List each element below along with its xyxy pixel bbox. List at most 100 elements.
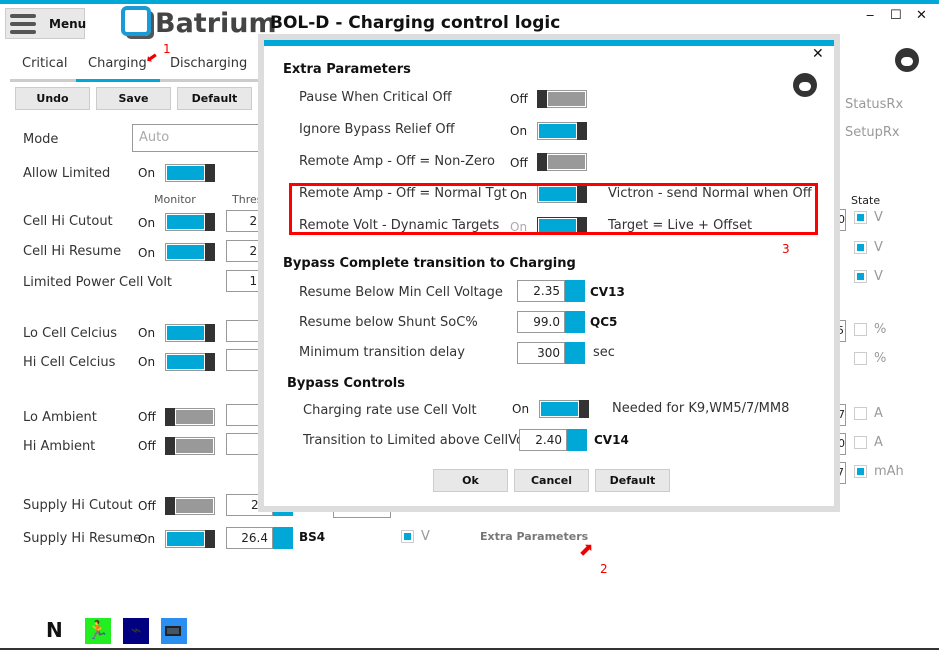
- annotation-3: 3: [782, 242, 790, 256]
- transition-limited-label: Transition to Limited above CellVolt: [303, 433, 533, 448]
- pause-when-critical-label: Pause When Critical Off: [299, 90, 452, 105]
- sec-unit: sec: [593, 345, 615, 360]
- unit-percent: %: [874, 351, 887, 366]
- pause-when-critical-state: Off: [510, 92, 528, 106]
- ignore-bypass-relief-state: On: [510, 124, 528, 138]
- remote-amp-non-zero-toggle[interactable]: [537, 153, 587, 171]
- status-rx-label: StatusRx: [845, 97, 904, 112]
- ignore-bypass-relief-label: Ignore Bypass Relief Off: [299, 122, 455, 137]
- lo-cell-celcius-toggle[interactable]: [165, 324, 215, 342]
- lo-ambient-checkbox[interactable]: [854, 407, 867, 420]
- supply-hi-cutout-label: Supply Hi Cutout: [23, 498, 133, 513]
- min-transition-delay-input[interactable]: 300: [517, 342, 565, 364]
- cell-hi-cutout-toggle[interactable]: [165, 213, 215, 231]
- dialog-default-button[interactable]: Default: [595, 469, 670, 492]
- mode-label: Mode: [23, 132, 59, 147]
- unit-v: V: [874, 240, 883, 255]
- charging-rate-cell-volt-toggle[interactable]: [539, 400, 589, 418]
- dialog-support-headset-icon[interactable]: [793, 73, 817, 97]
- hi-ambient-toggle[interactable]: [165, 437, 215, 455]
- remote-amp-non-zero-state: Off: [510, 156, 528, 170]
- qc5-code: QC5: [590, 315, 618, 329]
- menu-label: Menu: [49, 17, 87, 31]
- transition-limited-input[interactable]: 2.40: [519, 429, 567, 451]
- lo-cell-celcius-label: Lo Cell Celcius: [23, 326, 117, 341]
- setup-rx-label: SetupRx: [845, 125, 900, 140]
- hi-ambient-label: Hi Ambient: [23, 439, 96, 454]
- default-button[interactable]: Default: [177, 87, 252, 110]
- limited-power-cell-volt-label: Limited Power Cell Volt: [23, 275, 173, 290]
- resume-shunt-soc-spin[interactable]: [565, 311, 585, 333]
- supply-hi-resume-input[interactable]: 26.4: [226, 527, 273, 549]
- supply-hi-resume-spin[interactable]: [273, 527, 293, 549]
- monitor-column-header: Monitor: [154, 193, 196, 206]
- brand-logo: Batrium: [121, 6, 277, 39]
- unit-percent: %: [874, 322, 887, 337]
- mah-checkbox[interactable]: [854, 465, 867, 478]
- ok-button[interactable]: Ok: [433, 469, 508, 492]
- cell-hi-resume-label: Cell Hi Resume: [23, 244, 122, 259]
- bypass-controls-heading: Bypass Controls: [287, 376, 405, 391]
- supply-hi-resume-toggle[interactable]: [165, 530, 215, 548]
- tab-discharging[interactable]: Discharging: [170, 56, 247, 71]
- cell-hi-cutout-checkbox[interactable]: [854, 211, 867, 224]
- bypass-transition-heading: Bypass Complete transition to Charging: [283, 256, 576, 271]
- lo-cell-checkbox[interactable]: [854, 323, 867, 336]
- maximize-button[interactable]: ☐: [890, 8, 902, 23]
- charging-rate-cell-volt-state: On: [512, 402, 530, 416]
- min-transition-delay-spin[interactable]: [565, 342, 585, 364]
- save-button[interactable]: Save: [96, 87, 171, 110]
- menu-button[interactable]: Menu: [5, 8, 87, 39]
- unit-v: V: [874, 269, 883, 284]
- dialog-close-button[interactable]: ✕: [812, 46, 824, 62]
- cell-hi-resume-checkbox[interactable]: [854, 241, 867, 254]
- mode-select[interactable]: Auto: [132, 124, 272, 152]
- lo-ambient-label: Lo Ambient: [23, 410, 97, 425]
- supply-hi-resume-label: Supply Hi Resume: [23, 531, 142, 546]
- hamburger-icon: [10, 14, 36, 38]
- state-column-header: State: [851, 194, 881, 207]
- cell-hi-resume-state: On: [138, 246, 156, 260]
- hi-cell-checkbox[interactable]: [854, 352, 867, 365]
- battery-icon[interactable]: [161, 618, 187, 644]
- extra-parameters-heading: Extra Parameters: [283, 62, 411, 77]
- pause-when-critical-toggle[interactable]: [537, 90, 587, 108]
- cancel-button[interactable]: Cancel: [514, 469, 589, 492]
- resume-shunt-soc-input[interactable]: 99.0: [517, 311, 565, 333]
- allow-limited-toggle[interactable]: [165, 164, 215, 182]
- charging-rate-cell-volt-label: Charging rate use Cell Volt: [303, 403, 477, 418]
- resume-min-cell-voltage-label: Resume Below Min Cell Voltage: [299, 285, 503, 300]
- unplugged-icon[interactable]: ⌁: [123, 618, 149, 644]
- cell-hi-resume-toggle[interactable]: [165, 243, 215, 261]
- resume-min-cell-voltage-spin[interactable]: [565, 280, 585, 302]
- tab-active-indicator: [76, 79, 160, 82]
- unit-a: A: [874, 406, 883, 421]
- network-icon[interactable]: N: [46, 618, 72, 644]
- cv14-code: CV14: [594, 433, 629, 447]
- support-headset-icon[interactable]: [895, 48, 919, 72]
- hi-cell-celcius-state: On: [138, 355, 156, 369]
- transition-limited-spin[interactable]: [567, 429, 587, 451]
- lo-cell-celcius-state: On: [138, 326, 156, 340]
- limited-power-checkbox[interactable]: [854, 270, 867, 283]
- extra-parameters-link[interactable]: Extra Parameters: [480, 530, 588, 543]
- hi-cell-celcius-label: Hi Cell Celcius: [23, 355, 116, 370]
- lo-ambient-state: Off: [138, 410, 156, 424]
- tab-charging[interactable]: Charging: [88, 56, 147, 71]
- hi-cell-celcius-toggle[interactable]: [165, 353, 215, 371]
- close-window-button[interactable]: ✕: [916, 8, 927, 23]
- minimize-button[interactable]: ‒: [866, 8, 874, 23]
- resume-min-cell-voltage-input[interactable]: 2.35: [517, 280, 565, 302]
- undo-button[interactable]: Undo: [15, 87, 90, 110]
- tab-critical[interactable]: Critical: [22, 56, 67, 71]
- lo-ambient-toggle[interactable]: [165, 408, 215, 426]
- remote-amp-non-zero-label: Remote Amp - Off = Non-Zero: [299, 154, 495, 169]
- supply-hi-resume-checkbox[interactable]: [401, 530, 414, 543]
- page-title: BOL-D - Charging control logic: [270, 13, 561, 33]
- supply-hi-cutout-toggle[interactable]: [165, 497, 215, 515]
- annotation-2: 2: [600, 562, 608, 576]
- running-man-icon[interactable]: 🏃: [85, 618, 111, 644]
- hi-ambient-checkbox[interactable]: [854, 436, 867, 449]
- supply-hi-resume-state: On: [138, 532, 156, 546]
- ignore-bypass-relief-toggle[interactable]: [537, 122, 587, 140]
